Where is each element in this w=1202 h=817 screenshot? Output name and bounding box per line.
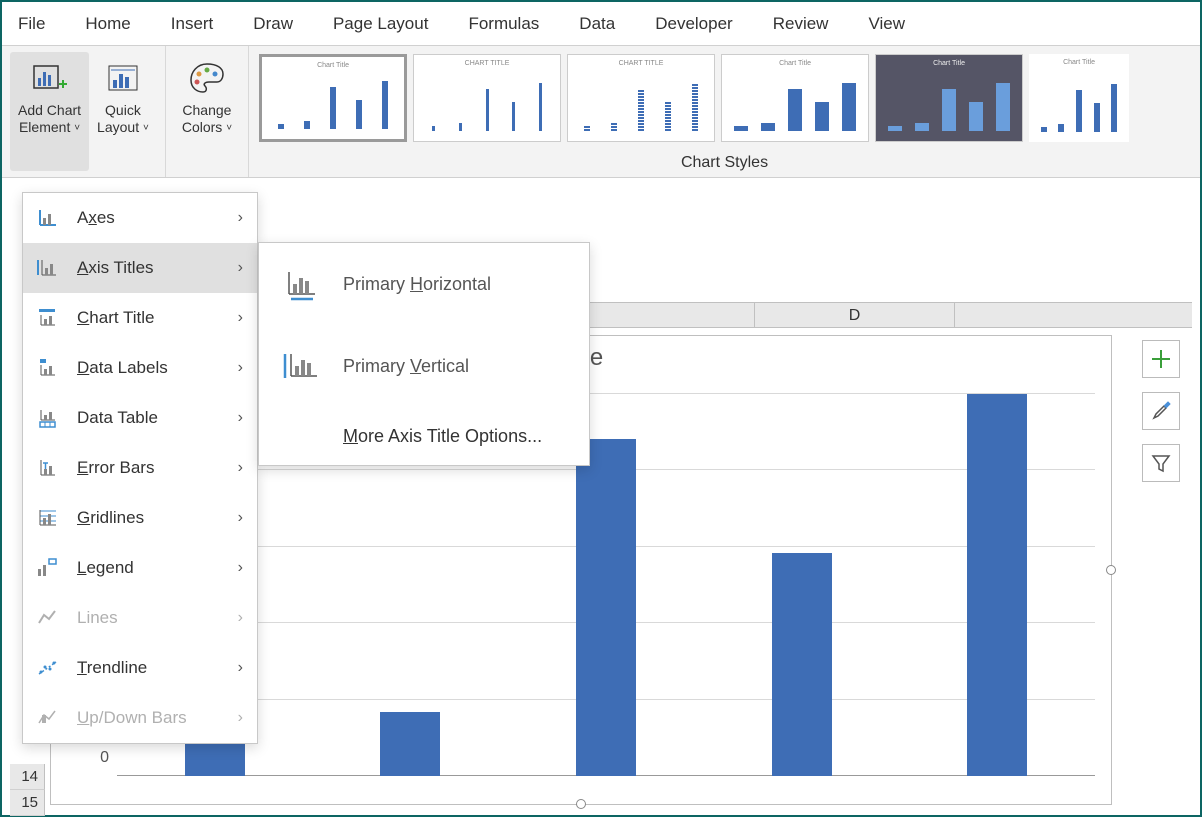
tab-insert[interactable]: Insert xyxy=(171,14,214,34)
palette-icon xyxy=(187,58,227,98)
menu-axes[interactable]: Axes › xyxy=(23,193,257,243)
updown-icon xyxy=(35,706,59,730)
menu-legend[interactable]: Legend › xyxy=(23,543,257,593)
menu-data-labels[interactable]: Data Labels › xyxy=(23,343,257,393)
chevron-right-icon: › xyxy=(238,509,243,527)
chevron-right-icon: › xyxy=(238,259,243,277)
menu-error-bars[interactable]: Error Bars › xyxy=(23,443,257,493)
more-axis-title-options[interactable]: More Axis Title Options... xyxy=(259,407,589,465)
chevron-right-icon: › xyxy=(238,459,243,477)
tab-view[interactable]: View xyxy=(868,14,905,34)
chevron-right-icon: › xyxy=(238,659,243,677)
data-table-icon xyxy=(35,406,59,430)
trendline-icon xyxy=(35,656,59,680)
row-header-15[interactable]: 15 xyxy=(10,790,45,816)
menu-axis-titles-label: Axis Titles xyxy=(77,258,154,278)
change-colors-button[interactable]: Change Colors ˅ xyxy=(174,52,240,171)
chart-style-5[interactable]: Chart Title xyxy=(875,54,1023,142)
legend-icon xyxy=(35,556,59,580)
axes-icon xyxy=(35,206,59,230)
chart-style-2[interactable]: CHART TITLE xyxy=(413,54,561,142)
menu-trendline-label: Trendline xyxy=(77,658,147,678)
menu-axis-titles[interactable]: Axis Titles › xyxy=(23,243,257,293)
chevron-right-icon: › xyxy=(238,709,243,727)
tab-review[interactable]: Review xyxy=(773,14,829,34)
change-colors-label: Change Colors xyxy=(182,102,232,135)
primary-vertical-option[interactable]: Primary Vertical xyxy=(259,325,589,407)
quick-layout-label: Quick Layout xyxy=(97,102,141,135)
tab-developer[interactable]: Developer xyxy=(655,14,733,34)
menu-gridlines-label: Gridlines xyxy=(77,508,144,528)
tab-file[interactable]: File xyxy=(18,14,45,34)
menu-lines-label: Lines xyxy=(77,608,118,628)
tab-home[interactable]: Home xyxy=(85,14,130,34)
tab-page-layout[interactable]: Page Layout xyxy=(333,14,428,34)
ribbon-content: Add Chart Element ˅ Quick Layout ˅ Chang… xyxy=(2,46,1200,178)
chart-style-3[interactable]: CHART TITLE xyxy=(567,54,715,142)
chart-bar[interactable] xyxy=(380,712,440,776)
menu-error-bars-label: Error Bars xyxy=(77,458,154,478)
menu-legend-label: Legend xyxy=(77,558,134,578)
add-chart-element-menu: Axes›Axis Titles›Chart Title›Data Labels… xyxy=(22,192,258,744)
lines-icon xyxy=(35,606,59,630)
add-chart-element-button[interactable]: Add Chart Element ˅ xyxy=(10,52,89,171)
menu-axes-label: Axes xyxy=(77,208,115,228)
menu-updown-label: Up/Down Bars xyxy=(77,708,187,728)
row-header-14[interactable]: 14 xyxy=(10,764,45,790)
menu-data-table-label: Data Table xyxy=(77,408,158,428)
chart-style-1[interactable]: Chart Title xyxy=(259,54,407,142)
tab-draw[interactable]: Draw xyxy=(253,14,293,34)
menu-data-labels-label: Data Labels xyxy=(77,358,168,378)
axis-titles-icon xyxy=(35,256,59,280)
chart-styles-label: Chart Styles xyxy=(259,154,1190,172)
menu-trendline[interactable]: Trendline › xyxy=(23,643,257,693)
chart-filters-button[interactable] xyxy=(1142,444,1180,482)
primary-horizontal-option[interactable]: Primary Horizontal xyxy=(259,243,589,325)
funnel-icon xyxy=(1150,452,1172,474)
menu-gridlines[interactable]: Gridlines › xyxy=(23,493,257,543)
chart-style-6[interactable]: Chart Title xyxy=(1029,54,1129,142)
menu-data-table[interactable]: Data Table › xyxy=(23,393,257,443)
error-bars-icon xyxy=(35,456,59,480)
y-axis-tick-0: 0 xyxy=(100,749,109,767)
chart-bar[interactable] xyxy=(772,553,832,776)
tab-formulas[interactable]: Formulas xyxy=(468,14,539,34)
quick-layout-icon xyxy=(103,58,143,98)
chevron-right-icon: › xyxy=(238,309,243,327)
gridlines-icon xyxy=(35,506,59,530)
chart-styles-gallery: Chart Title CHART TITLE CHART TITLE Char… xyxy=(259,54,1190,142)
chevron-right-icon: › xyxy=(238,559,243,577)
chart-bar[interactable] xyxy=(576,439,636,776)
chevron-right-icon: › xyxy=(238,209,243,227)
chevron-right-icon: › xyxy=(238,609,243,627)
menu-updown: Up/Down Bars › xyxy=(23,693,257,743)
menu-chart-title[interactable]: Chart Title › xyxy=(23,293,257,343)
primary-vertical-icon xyxy=(283,348,319,384)
ribbon-tabs: File Home Insert Draw Page Layout Formul… xyxy=(2,2,1200,46)
data-labels-icon xyxy=(35,356,59,380)
menu-chart-title-label: Chart Title xyxy=(77,308,154,328)
tab-data[interactable]: Data xyxy=(579,14,615,34)
primary-vertical-label: Primary Vertical xyxy=(343,356,469,377)
add-chart-element-icon xyxy=(30,58,70,98)
chart-bar[interactable] xyxy=(967,394,1027,776)
chart-style-4[interactable]: Chart Title xyxy=(721,54,869,142)
chart-title-icon xyxy=(35,306,59,330)
menu-lines: Lines › xyxy=(23,593,257,643)
axis-titles-submenu: Primary Horizontal Primary Vertical More… xyxy=(258,242,590,466)
chart-elements-button[interactable] xyxy=(1142,340,1180,378)
chevron-right-icon: › xyxy=(238,359,243,377)
chart-styles-button[interactable] xyxy=(1142,392,1180,430)
add-chart-element-label: Add Chart Element xyxy=(18,102,81,135)
quick-layout-button[interactable]: Quick Layout ˅ xyxy=(89,52,157,171)
primary-horizontal-icon xyxy=(283,266,319,302)
plus-icon xyxy=(1150,348,1172,370)
brush-icon xyxy=(1150,400,1172,422)
chevron-right-icon: › xyxy=(238,409,243,427)
primary-horizontal-label: Primary Horizontal xyxy=(343,274,491,295)
column-header-d[interactable]: D xyxy=(755,303,955,327)
